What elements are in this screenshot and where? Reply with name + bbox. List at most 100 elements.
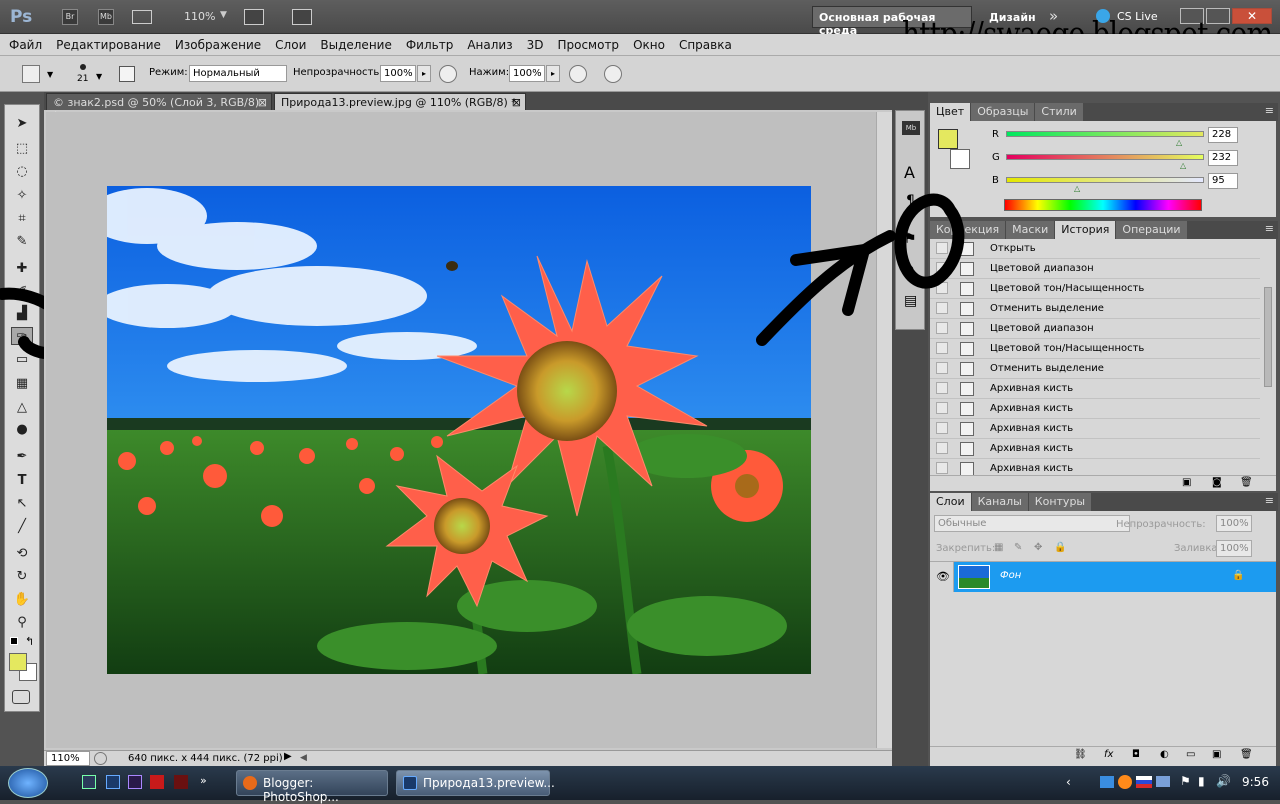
line-tool-icon[interactable]: ╱ xyxy=(11,518,33,536)
close-tab-icon[interactable]: ⊠ xyxy=(512,96,521,109)
tab-swatches[interactable]: Образцы xyxy=(971,103,1035,121)
history-brush-source-checkbox[interactable] xyxy=(936,382,948,394)
new-snapshot-icon[interactable]: ◙ xyxy=(1212,477,1222,488)
panel-menu-icon[interactable]: ≡ xyxy=(1265,104,1274,117)
quicklaunch-more-icon[interactable]: » xyxy=(200,774,207,787)
crop-tool-icon[interactable]: ⌗ xyxy=(11,210,33,228)
eyedropper-tool-icon[interactable]: ✎ xyxy=(11,233,33,251)
history-brush-source-checkbox[interactable] xyxy=(936,422,948,434)
view-extras-icon[interactable] xyxy=(132,10,152,24)
flow-input[interactable]: 100% xyxy=(509,65,545,82)
lasso-tool-icon[interactable]: ◌ xyxy=(11,163,33,181)
start-button[interactable] xyxy=(8,768,48,798)
tab-document-1[interactable]: © знак2.psd @ 50% (Слой 3, RGB/8) *⊠ xyxy=(46,93,272,122)
blue-value-input[interactable]: 95 xyxy=(1208,173,1238,189)
brush-picker-chevron-icon[interactable]: ▼ xyxy=(96,72,102,81)
tab-channels[interactable]: Каналы xyxy=(971,493,1028,511)
history-scrollbar-thumb[interactable] xyxy=(1264,287,1272,387)
canvas-image[interactable] xyxy=(107,186,811,674)
type-tool-icon[interactable]: T xyxy=(11,472,33,490)
layer-row-background[interactable]: Фон 🔒 xyxy=(954,562,1276,592)
menu-window[interactable]: Окно xyxy=(626,34,672,56)
foreground-color-chip[interactable] xyxy=(938,129,958,149)
arrange-documents-icon[interactable] xyxy=(244,9,264,25)
tab-layers[interactable]: Слои xyxy=(930,493,971,511)
history-brush-preset-icon[interactable] xyxy=(22,65,40,83)
tablet-opacity-pressure-icon[interactable] xyxy=(439,65,457,83)
menu-3d[interactable]: 3D xyxy=(520,34,551,56)
app-quicklaunch-icon[interactable] xyxy=(150,775,164,789)
pen-tool-icon[interactable]: ✒ xyxy=(11,448,33,466)
history-state[interactable]: Архивная кисть xyxy=(930,379,1260,399)
brush-panel-toggle-icon[interactable] xyxy=(119,66,135,82)
layer-blend-mode-select[interactable]: Обычные xyxy=(934,515,1130,532)
tab-styles[interactable]: Стили xyxy=(1035,103,1083,121)
screen-mode-icon[interactable] xyxy=(292,9,312,25)
red-value-input[interactable]: 228 xyxy=(1208,127,1238,143)
delete-layer-icon[interactable]: 🗑 xyxy=(1240,749,1253,760)
delete-state-icon[interactable]: 🗑 xyxy=(1240,477,1253,488)
show-hidden-icons-chevron[interactable]: ‹ xyxy=(1066,775,1071,789)
scroll-left-icon[interactable]: ◀ xyxy=(300,753,307,763)
green-slider-thumb-icon[interactable]: △ xyxy=(1180,161,1186,170)
volume-icon[interactable]: 🔊 xyxy=(1216,774,1231,788)
menu-edit[interactable]: Редактирование xyxy=(49,34,168,56)
menu-filter[interactable]: Фильтр xyxy=(399,34,460,56)
3d-rotate-tool-icon[interactable]: ⟲ xyxy=(11,545,33,563)
foreground-color-swatch[interactable] xyxy=(9,653,27,671)
mini-bridge-panel-icon[interactable]: Mb xyxy=(902,121,920,135)
menu-analysis[interactable]: Анализ xyxy=(460,34,519,56)
lock-transparency-icon[interactable]: ▦ xyxy=(994,542,1003,553)
menu-layer[interactable]: Слои xyxy=(268,34,313,56)
chevron-down-icon[interactable]: ▼ xyxy=(47,70,53,79)
menu-image[interactable]: Изображение xyxy=(168,34,268,56)
menu-help[interactable]: Справка xyxy=(672,34,739,56)
tab-actions[interactable]: Операции xyxy=(1116,221,1187,239)
link-layers-icon[interactable]: ⛓ xyxy=(1074,749,1087,760)
dodge-tool-icon[interactable]: ● xyxy=(11,421,33,439)
mini-bridge-button[interactable]: Mb xyxy=(98,9,114,25)
history-brush-source-checkbox[interactable] xyxy=(936,362,948,374)
zoom-tool-icon[interactable]: ⚲ xyxy=(11,614,33,632)
status-zoom-input[interactable]: 110% xyxy=(46,751,90,766)
blue-slider[interactable] xyxy=(1006,177,1204,183)
tab-masks[interactable]: Маски xyxy=(1006,221,1055,239)
menu-select[interactable]: Выделение xyxy=(313,34,398,56)
hand-tool-icon[interactable]: ✋ xyxy=(11,591,33,609)
history-state[interactable]: Архивная кисть xyxy=(930,439,1260,459)
red-slider-thumb-icon[interactable]: △ xyxy=(1176,138,1182,147)
tab-document-2[interactable]: Природа13.preview.jpg @ 110% (RGB/8) * ⊠ xyxy=(274,93,526,110)
opacity-slider-toggle[interactable]: ▸ xyxy=(417,65,431,82)
blend-mode-select[interactable]: Нормальный xyxy=(189,65,287,82)
bridge-button[interactable]: Br xyxy=(62,9,78,25)
after-effects-icon[interactable] xyxy=(128,775,142,789)
tray-app-icon[interactable] xyxy=(1118,775,1132,789)
close-tab-icon[interactable]: ⊠ xyxy=(258,96,267,109)
history-state[interactable]: Архивная кисть xyxy=(930,399,1260,419)
quick-selection-tool-icon[interactable]: ✧ xyxy=(11,187,33,205)
layer-opacity-input[interactable]: 100% xyxy=(1216,515,1252,532)
path-selection-tool-icon[interactable]: ↖ xyxy=(11,495,33,513)
red-slider[interactable] xyxy=(1006,131,1204,137)
swap-colors-icon[interactable]: ↰ xyxy=(25,635,34,648)
lock-all-icon[interactable]: 🔒 xyxy=(1054,542,1066,553)
lock-image-icon[interactable]: ✎ xyxy=(1014,542,1022,553)
tab-color[interactable]: Цвет xyxy=(930,103,971,121)
adjustment-layer-icon[interactable]: ◐ xyxy=(1160,749,1169,760)
menu-view[interactable]: Просмотр xyxy=(550,34,626,56)
blur-tool-icon[interactable]: △ xyxy=(11,399,33,417)
new-layer-icon[interactable]: ▣ xyxy=(1212,749,1221,760)
opacity-input[interactable]: 100% xyxy=(380,65,416,82)
history-brush-source-checkbox[interactable] xyxy=(936,402,948,414)
tablet-size-pressure-icon[interactable] xyxy=(604,65,622,83)
network-icon[interactable]: ▮ xyxy=(1198,774,1205,788)
new-group-icon[interactable]: ▭ xyxy=(1186,749,1195,760)
tray-mail-icon[interactable] xyxy=(1156,776,1170,787)
menu-file[interactable]: Файл xyxy=(0,34,49,56)
green-slider[interactable] xyxy=(1006,154,1204,160)
panel-menu-icon[interactable]: ≡ xyxy=(1265,222,1274,235)
color-spectrum-ramp[interactable] xyxy=(1004,199,1202,211)
app2-quicklaunch-icon[interactable] xyxy=(174,775,188,789)
clock[interactable]: 9:56 xyxy=(1242,775,1269,789)
add-mask-icon[interactable]: ◘ xyxy=(1132,749,1140,760)
